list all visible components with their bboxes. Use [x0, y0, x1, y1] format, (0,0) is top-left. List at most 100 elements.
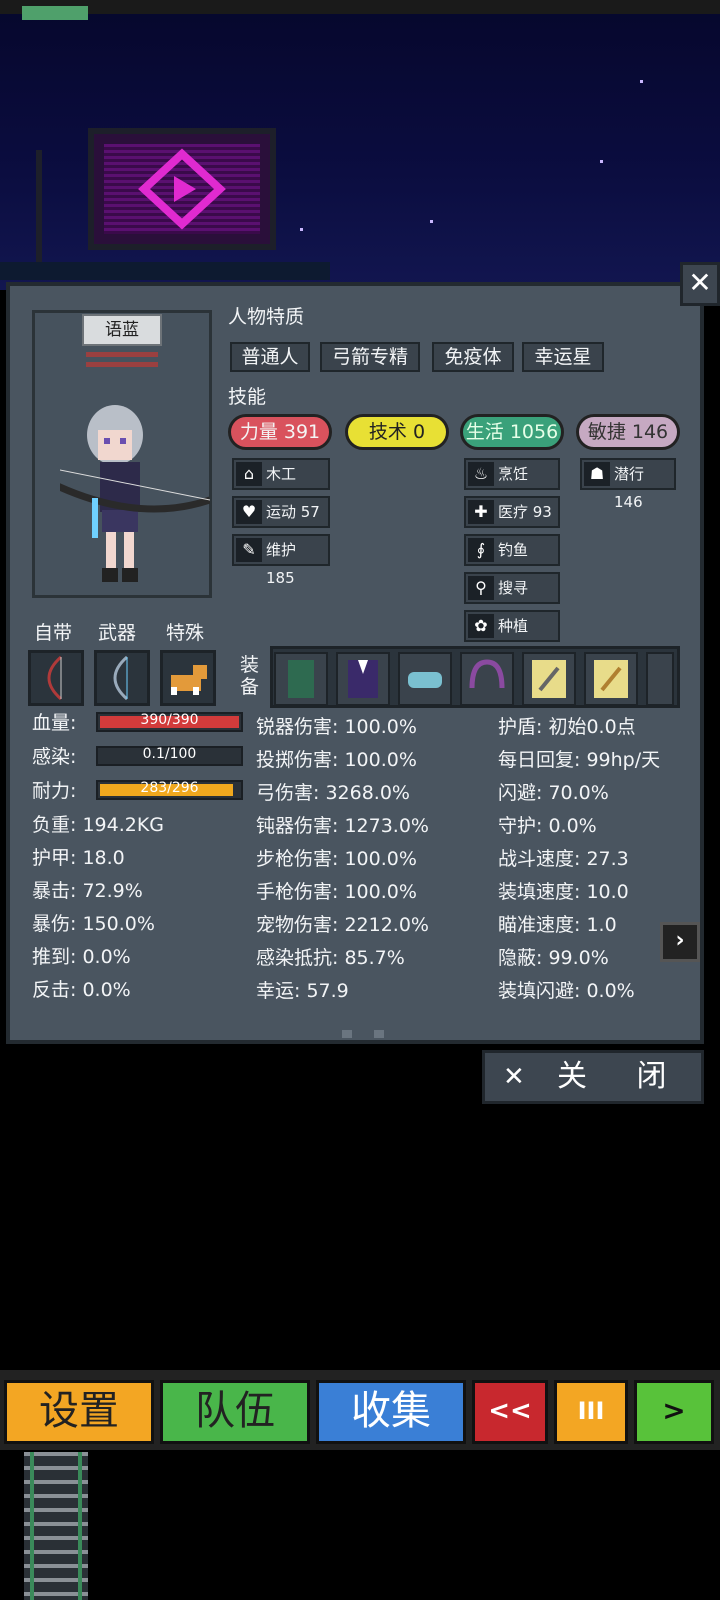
- ground-strip: [0, 262, 330, 280]
- trait-ordinary[interactable]: 普通人: [230, 342, 310, 372]
- stealth-icon: ☗: [584, 462, 610, 486]
- star: [300, 228, 303, 231]
- team-button[interactable]: 队伍: [160, 1380, 310, 1444]
- heart-icon: ♥: [236, 500, 262, 524]
- skill-carpentry[interactable]: ⌂木工 149: [232, 458, 330, 511]
- medkit-icon: ✚: [468, 500, 494, 524]
- stat-blunt-damage: 钝器伤害: 1273.0%: [256, 815, 429, 837]
- infection-label: 感染:: [32, 746, 77, 768]
- pause-button[interactable]: III: [554, 1380, 628, 1444]
- close-icon[interactable]: ✕: [680, 262, 720, 306]
- billboard-screen: [104, 144, 260, 234]
- star: [600, 160, 603, 163]
- weapon-slot-label: 武器: [98, 622, 137, 644]
- stat-infection-resist: 感染抵抗: 85.7%: [256, 947, 405, 969]
- infection-bar: 0.1/100: [96, 746, 243, 766]
- suit-icon: [348, 660, 378, 698]
- fishing-icon: ∮: [468, 538, 494, 562]
- stamina-bar: 283/296: [96, 780, 243, 800]
- next-page-button[interactable]: ›: [660, 922, 700, 962]
- pot-icon: ♨: [468, 462, 494, 486]
- mask-equip[interactable]: [398, 652, 452, 706]
- flower-icon: ✿: [468, 614, 494, 638]
- stat-guard: 守护: 0.0%: [498, 815, 597, 837]
- skill-fishing[interactable]: ∮钓鱼 223: [464, 534, 560, 587]
- equipment-label: 装备: [240, 654, 260, 698]
- skill-strength-pill[interactable]: 力量 391: [228, 414, 332, 450]
- skill-life-pill[interactable]: 生活 1056: [460, 414, 564, 450]
- wrench-manual-equip[interactable]: [522, 652, 576, 706]
- close-icon: ✕: [503, 1062, 525, 1092]
- stat-luck: 幸运: 57.9: [256, 980, 349, 1002]
- headphones-icon: [469, 659, 505, 689]
- skill-maintenance[interactable]: ✎ 维护 185: [232, 534, 330, 587]
- camo-armor-equip[interactable]: [274, 652, 328, 706]
- hp-label: 血量:: [32, 712, 77, 734]
- stat-reload-dodge: 装填闪避: 0.0%: [498, 980, 635, 1002]
- skill-medical[interactable]: ✚ 医疗 93: [464, 496, 560, 528]
- collect-button[interactable]: 收集: [316, 1380, 466, 1444]
- special-pet-slot[interactable]: [160, 650, 216, 706]
- trait-immune[interactable]: 免疫体: [432, 342, 514, 372]
- stat-combat-speed: 战斗速度: 27.3: [498, 848, 629, 870]
- stat-pet-damage: 宠物伤害: 2212.0%: [256, 914, 429, 936]
- stat-throw-damage: 投掷伤害: 100.0%: [256, 749, 417, 771]
- hp-bar: 390/390: [96, 712, 243, 732]
- partial-equip[interactable]: [646, 652, 674, 706]
- trait-archery-master[interactable]: 弓箭专精: [320, 342, 420, 372]
- stat-bow-damage: 弓伤害: 3268.0%: [256, 782, 410, 804]
- play-button[interactable]: >: [634, 1380, 714, 1444]
- skill-cooking[interactable]: ♨烹饪 270: [464, 458, 560, 511]
- skill-tech-pill[interactable]: 技术 0: [345, 414, 449, 450]
- suit-equip[interactable]: [336, 652, 390, 706]
- stat-concealment: 隐蔽: 99.0%: [498, 947, 609, 969]
- stat-crit-damage: 暴伤: 150.0%: [32, 913, 155, 935]
- skill-search[interactable]: ⚲搜寻 233: [464, 572, 560, 625]
- innate-bow-slot[interactable]: [28, 650, 84, 706]
- skills-title: 技能: [228, 386, 267, 408]
- stat-aim-speed: 瞄准速度: 1.0: [498, 914, 617, 936]
- traits-title: 人物特质: [228, 306, 305, 328]
- stat-daily-regen: 每日回复: 99hp/天: [498, 749, 661, 771]
- archer-girl-sprite: [60, 405, 210, 582]
- magnifier-icon: ⚲: [468, 576, 494, 600]
- page-dot: [342, 1030, 352, 1038]
- skill-stealth[interactable]: ☗ 潜行 146: [580, 458, 676, 511]
- top-badge: [22, 6, 88, 20]
- innate-slot-label: 自带: [34, 622, 73, 644]
- close-button[interactable]: ✕ 关 闭: [482, 1050, 704, 1104]
- wrench-book-icon: [532, 660, 566, 698]
- wrench-icon: ✎: [236, 538, 262, 562]
- skill-agility-pill[interactable]: 敏捷 146: [576, 414, 680, 450]
- page-dot: [374, 1030, 384, 1038]
- bow-icon: [113, 655, 129, 701]
- stat-rifle-damage: 步枪伤害: 100.0%: [256, 848, 417, 870]
- stat-dodge: 闪避: 70.0%: [498, 782, 609, 804]
- skill-sports[interactable]: ♥ 运动 57: [232, 496, 330, 528]
- stat-shield: 护盾: 初始0.0点: [498, 716, 636, 738]
- stat-sharp-damage: 锐器伤害: 100.0%: [256, 716, 417, 738]
- stat-crit: 暴击: 72.9%: [32, 880, 143, 902]
- mask-icon: [408, 672, 442, 688]
- lamp-pole: [36, 150, 42, 280]
- portrait-hp-line: [86, 352, 158, 357]
- star: [430, 220, 433, 223]
- rewind-button[interactable]: <<: [472, 1380, 548, 1444]
- neon-billboard: [88, 128, 276, 250]
- star: [640, 80, 643, 83]
- trait-lucky-star[interactable]: 幸运星: [522, 342, 604, 372]
- special-slot-label: 特殊: [166, 622, 205, 644]
- settings-button[interactable]: 设置: [4, 1380, 154, 1444]
- brush-manual-equip[interactable]: [584, 652, 638, 706]
- top-status-strip: [0, 0, 720, 20]
- stat-reload-speed: 装填速度: 10.0: [498, 881, 629, 903]
- house-icon: ⌂: [236, 462, 262, 486]
- armor-icon: [288, 660, 314, 698]
- stat-knockdown: 推到: 0.0%: [32, 946, 131, 968]
- weapon-bow-slot[interactable]: [94, 650, 150, 706]
- headphones-equip[interactable]: [460, 652, 514, 706]
- character-name: 语蓝: [82, 314, 162, 346]
- stat-counter: 反击: 0.0%: [32, 979, 131, 1001]
- skill-planting[interactable]: ✿种植 141: [464, 610, 560, 663]
- stat-load: 负重: 194.2KG: [32, 814, 165, 836]
